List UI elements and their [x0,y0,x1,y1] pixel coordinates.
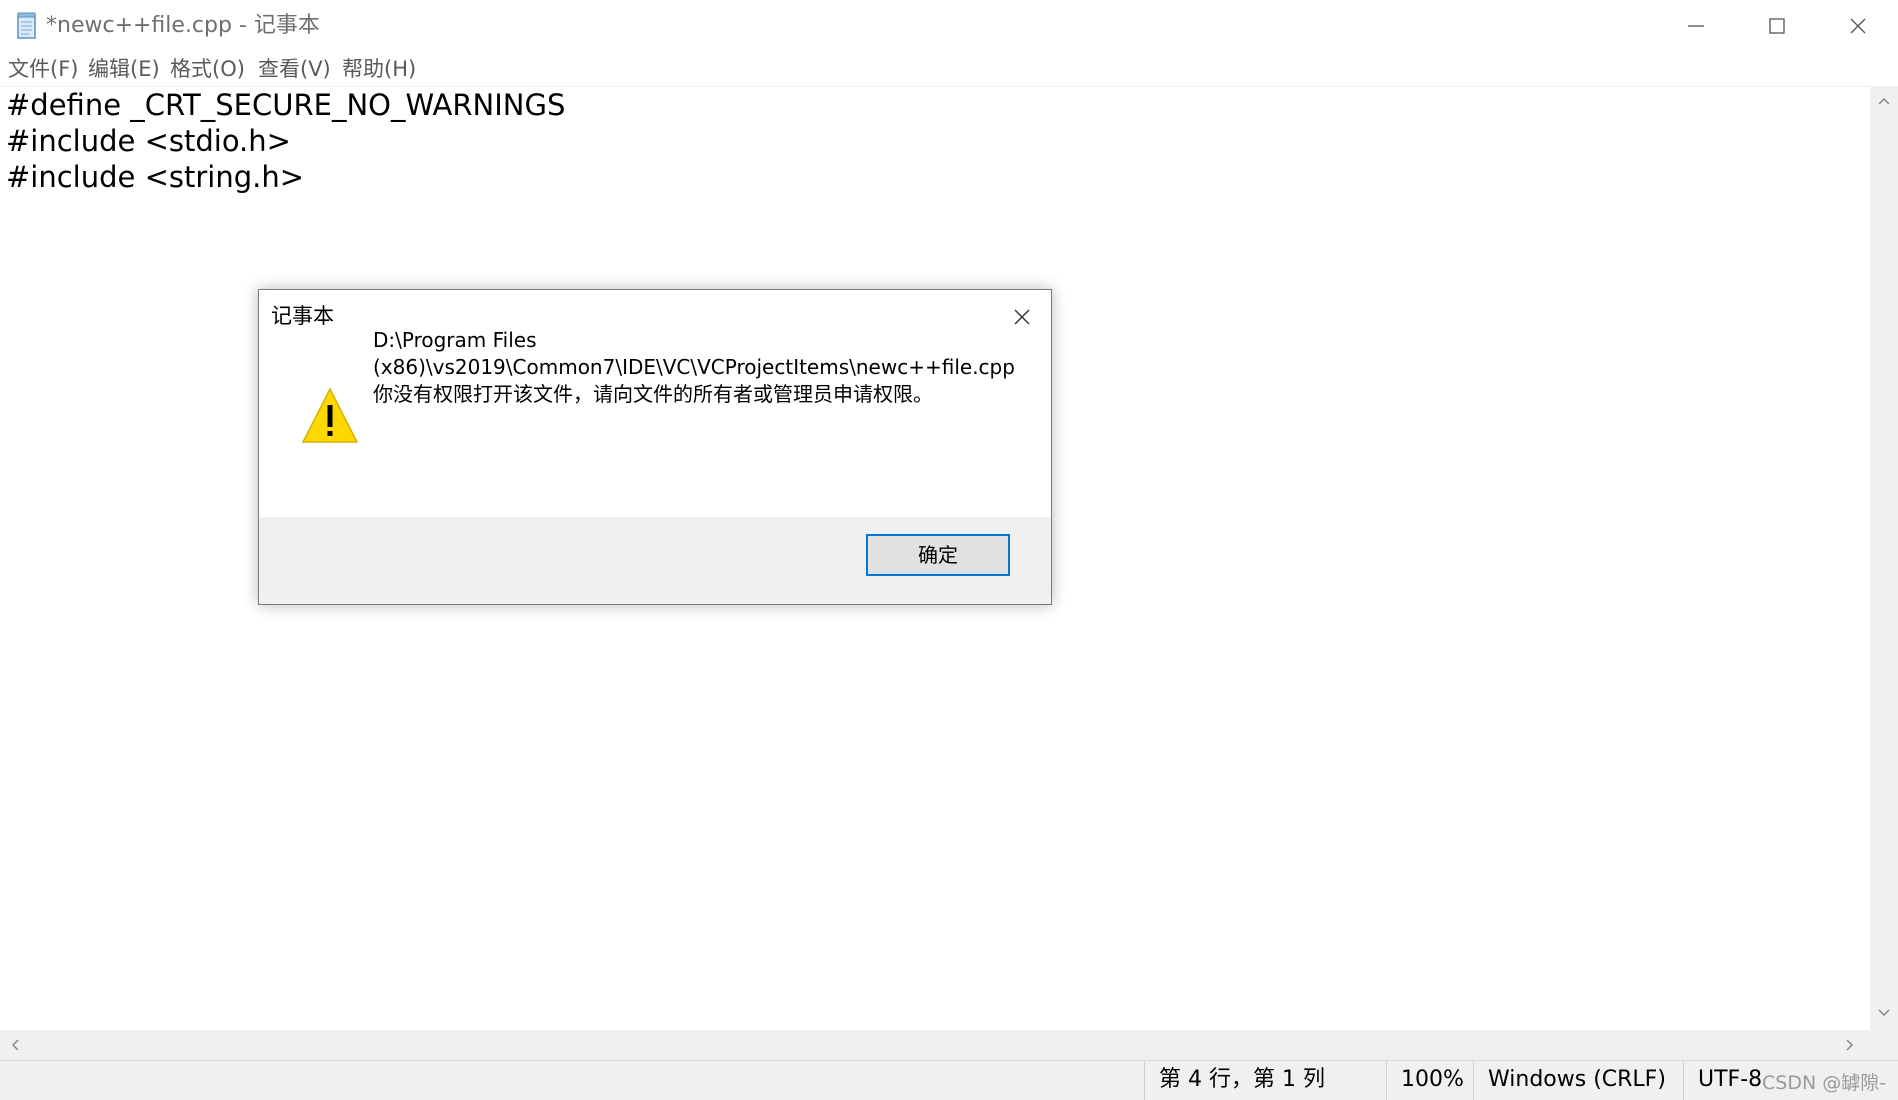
scroll-up-icon[interactable] [1878,96,1890,106]
menu-edit[interactable]: 编辑(E) [88,54,160,84]
dialog-close-button[interactable] [1003,298,1041,336]
ok-button[interactable]: 确定 [866,534,1010,576]
maximize-button[interactable] [1737,0,1817,52]
dialog-message-line: D:\Program Files [373,328,537,352]
menu-bar: 文件(F) 编辑(E) 格式(O) 查看(V) 帮助(H) [0,52,1898,86]
close-button[interactable] [1818,0,1898,52]
message-dialog: 记事本 D:\Program Files (x86)\vs2019\Common… [258,289,1052,605]
scroll-corner [1870,1030,1898,1060]
scroll-down-icon[interactable] [1878,1008,1890,1018]
vertical-scrollbar[interactable] [1870,86,1898,1030]
scroll-right-icon[interactable] [1845,1039,1855,1051]
scroll-left-icon[interactable] [10,1039,20,1051]
status-cursor-position: 第 4 行，第 1 列 [1144,1061,1391,1100]
menu-view[interactable]: 查看(V) [258,54,331,84]
window-title: *newc++file.cpp - 记事本 [46,13,320,38]
menu-file[interactable]: 文件(F) [8,54,78,84]
code-line: #include <string.h> [6,160,305,194]
warning-icon [301,387,359,443]
close-icon [1850,18,1866,34]
menu-help[interactable]: 帮助(H) [342,54,416,84]
dialog-message-line: 你没有权限打开该文件，请向文件的所有者或管理员申请权限。 [373,382,933,406]
status-line-ending: Windows (CRLF) [1473,1061,1678,1100]
minimize-button[interactable] [1656,0,1736,52]
notepad-icon [17,12,36,39]
minimize-icon [1688,25,1704,27]
menu-format[interactable]: 格式(O) [170,54,245,84]
status-bar: 第 4 行，第 1 列 100% Windows (CRLF) UTF-8 [0,1060,1898,1100]
watermark: CSDN @罅隙- [1762,1072,1887,1094]
maximize-icon [1769,18,1785,34]
title-bar[interactable]: *newc++file.cpp - 记事本 [0,0,1898,53]
code-line: #define _CRT_SECURE_NO_WARNINGS [6,88,566,122]
status-encoding: UTF-8 [1683,1061,1764,1100]
code-line: #include <stdio.h> [6,124,291,158]
horizontal-scrollbar[interactable] [0,1030,1870,1060]
status-zoom: 100% [1386,1061,1471,1100]
dialog-title: 记事本 [271,304,334,328]
dialog-message-line: (x86)\vs2019\Common7\IDE\VC\VCProjectIte… [373,355,1015,379]
close-icon [1014,309,1030,325]
